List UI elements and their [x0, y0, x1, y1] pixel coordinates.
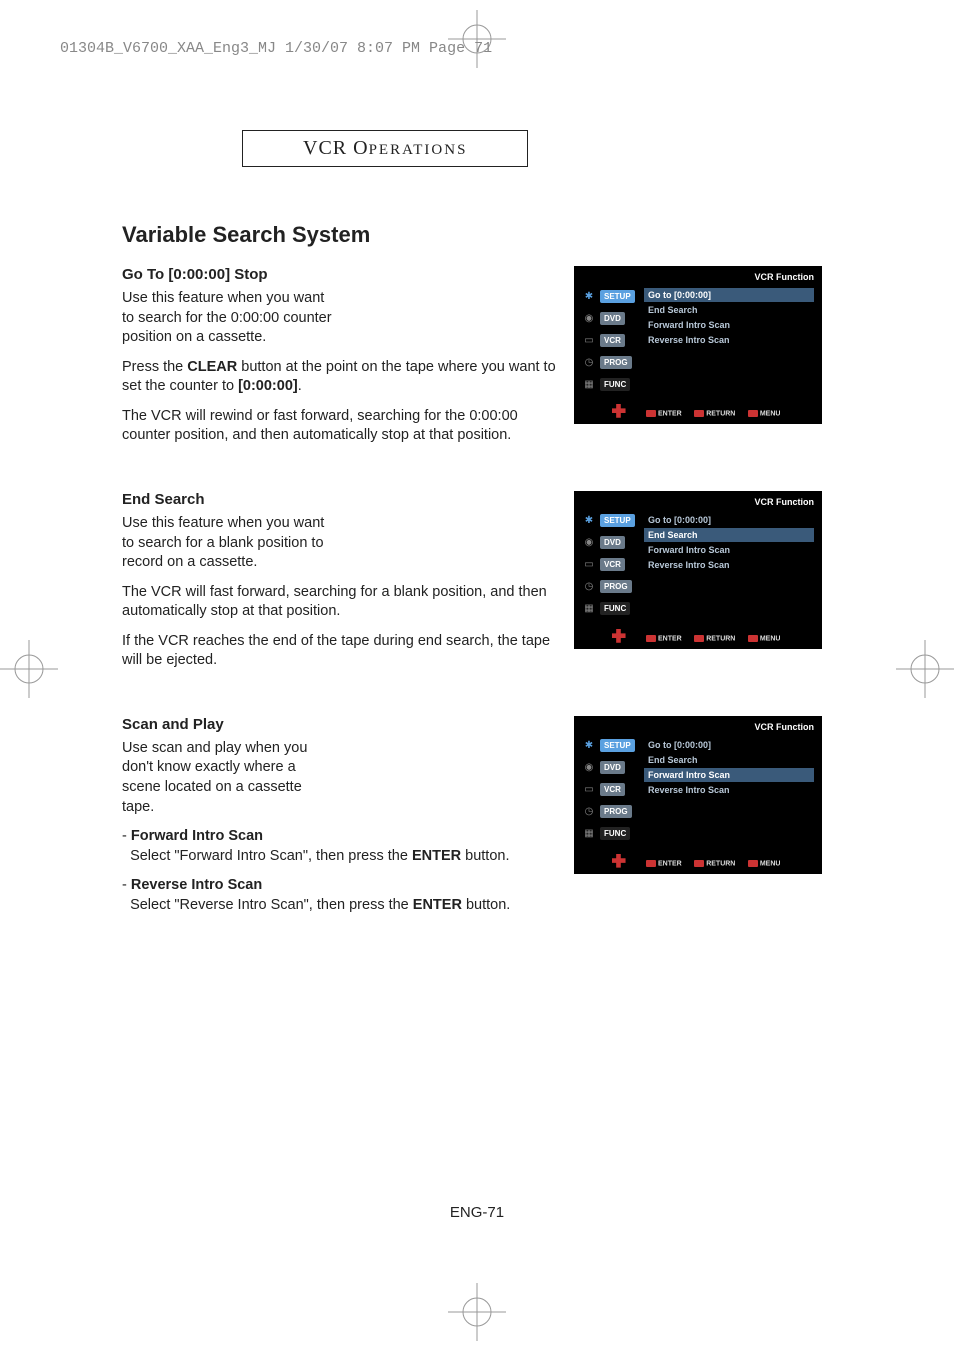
osd-sidebar-vcr: VCR: [600, 558, 625, 571]
grid-icon: ▦: [580, 826, 598, 842]
osd-sidebar-vcr: VCR: [600, 334, 625, 347]
osd-sidebar-setup: SETUP: [600, 514, 635, 527]
osd-footer: ENTER RETURN MENU: [574, 852, 822, 870]
osd-footer-menu: MENU: [760, 860, 781, 867]
osd-footer: ENTER RETURN MENU: [574, 627, 822, 645]
osd-window-title: VCR Function: [755, 497, 815, 507]
osd-menu-item-rev: Reverse Intro Scan: [644, 333, 814, 347]
page-title: Variable Search System: [122, 222, 822, 248]
osd-screenshot-end: VCR Function ✱SETUP ◉DVD ▭VCR ◷PROG ▦FUN…: [574, 491, 822, 649]
osd-footer: ENTER RETURN MENU: [574, 402, 822, 420]
section-goto: VCR Function ✱SETUP ◉DVD ▭VCR ◷PROG ▦FUN…: [122, 266, 822, 446]
chapter-title-box: VCR OPERATIONS: [242, 130, 528, 167]
cassette-icon: ▭: [580, 782, 598, 798]
osd-window-title: VCR Function: [755, 722, 815, 732]
chapter-title-part1: VCR O: [303, 137, 369, 159]
osd-sidebar-prog: PROG: [600, 356, 632, 369]
osd-sidebar-func: FUNC: [600, 602, 630, 615]
osd-menu: Go to [0:00:00] End Search Forward Intro…: [644, 513, 814, 573]
print-header-line: 01304B_V6700_XAA_Eng3_MJ 1/30/07 8:07 PM…: [60, 40, 492, 57]
osd-menu-item-end: End Search: [644, 753, 814, 767]
osd-screenshot-scan: VCR Function ✱SETUP ◉DVD ▭VCR ◷PROG ▦FUN…: [574, 716, 822, 874]
osd-footer-return: RETURN: [706, 635, 735, 642]
osd-footer-menu: MENU: [760, 410, 781, 417]
section-scan-play: VCR Function ✱SETUP ◉DVD ▭VCR ◷PROG ▦FUN…: [122, 716, 822, 916]
cassette-icon: ▭: [580, 557, 598, 573]
clock-icon: ◷: [580, 804, 598, 820]
clock-icon: ◷: [580, 579, 598, 595]
text-goto-p3: The VCR will rewind or fast forward, sea…: [122, 407, 582, 446]
page-number: ENG-71: [0, 1204, 954, 1221]
text-goto-p1: Use this feature when you want to search…: [122, 289, 332, 348]
osd-menu: Go to [0:00:00] End Search Forward Intro…: [644, 288, 814, 348]
osd-footer-return: RETURN: [706, 410, 735, 417]
osd-menu-item-fwd: Forward Intro Scan: [644, 318, 814, 332]
osd-window-title: VCR Function: [755, 272, 815, 282]
osd-footer-enter: ENTER: [658, 410, 682, 417]
osd-sidebar-dvd: DVD: [600, 312, 625, 325]
clock-icon: ◷: [580, 354, 598, 370]
gear-icon: ✱: [580, 738, 598, 754]
osd-menu: Go to [0:00:00] End Search Forward Intro…: [644, 738, 814, 798]
osd-sidebar-vcr: VCR: [600, 783, 625, 796]
section-end-search: VCR Function ✱SETUP ◉DVD ▭VCR ◷PROG ▦FUN…: [122, 491, 822, 671]
osd-menu-item-end: End Search: [644, 303, 814, 317]
osd-screenshot-goto: VCR Function ✱SETUP ◉DVD ▭VCR ◷PROG ▦FUN…: [574, 266, 822, 424]
osd-sidebar-func: FUNC: [600, 378, 630, 391]
chapter-title-part2: PERATIONS: [369, 142, 468, 158]
registration-mark-icon: [448, 10, 506, 68]
osd-menu-item-rev: Reverse Intro Scan: [644, 558, 814, 572]
dpad-icon: [612, 404, 626, 418]
text-scan-rev: - Reverse Intro Scan Select "Reverse Int…: [122, 876, 582, 915]
osd-menu-item-goto: Go to [0:00:00]: [644, 738, 814, 752]
dpad-icon: [612, 629, 626, 643]
osd-sidebar: ✱SETUP ◉DVD ▭VCR ◷PROG ▦FUNC: [580, 286, 640, 396]
disc-icon: ◉: [580, 760, 598, 776]
dpad-icon: [612, 854, 626, 868]
osd-footer-enter: ENTER: [658, 860, 682, 867]
text-end-p1: Use this feature when you want to search…: [122, 514, 332, 573]
osd-sidebar-setup: SETUP: [600, 739, 635, 752]
registration-mark-icon: [0, 640, 58, 698]
osd-menu-item-rev: Reverse Intro Scan: [644, 783, 814, 797]
osd-sidebar-dvd: DVD: [600, 761, 625, 774]
osd-menu-item-goto: Go to [0:00:00]: [644, 513, 814, 527]
osd-menu-item-fwd: Forward Intro Scan: [644, 543, 814, 557]
cassette-icon: ▭: [580, 332, 598, 348]
text-scan-p1: Use scan and play when you don't know ex…: [122, 739, 332, 817]
osd-footer-enter: ENTER: [658, 635, 682, 642]
osd-menu-item-fwd: Forward Intro Scan: [644, 768, 814, 782]
registration-mark-icon: [448, 1283, 506, 1341]
text-goto-p2: Press the CLEAR button at the point on t…: [122, 358, 582, 397]
grid-icon: ▦: [580, 376, 598, 392]
disc-icon: ◉: [580, 535, 598, 551]
osd-sidebar-prog: PROG: [600, 805, 632, 818]
text-end-p2: The VCR will fast forward, searching for…: [122, 583, 582, 622]
registration-mark-icon: [896, 640, 954, 698]
osd-sidebar-setup: SETUP: [600, 290, 635, 303]
osd-sidebar-dvd: DVD: [600, 536, 625, 549]
osd-sidebar-prog: PROG: [600, 580, 632, 593]
gear-icon: ✱: [580, 513, 598, 529]
text-scan-fwd: - Forward Intro Scan Select "Forward Int…: [122, 827, 582, 866]
osd-footer-menu: MENU: [760, 635, 781, 642]
grid-icon: ▦: [580, 601, 598, 617]
osd-menu-item-end: End Search: [644, 528, 814, 542]
text-end-p3: If the VCR reaches the end of the tape d…: [122, 632, 582, 671]
osd-sidebar-func: FUNC: [600, 827, 630, 840]
osd-sidebar: ✱SETUP ◉DVD ▭VCR ◷PROG ▦FUNC: [580, 736, 640, 846]
osd-footer-return: RETURN: [706, 860, 735, 867]
page-content: VCR OPERATIONS Variable Search System VC…: [122, 130, 822, 960]
disc-icon: ◉: [580, 310, 598, 326]
gear-icon: ✱: [580, 288, 598, 304]
osd-menu-item-goto: Go to [0:00:00]: [644, 288, 814, 302]
osd-sidebar: ✱SETUP ◉DVD ▭VCR ◷PROG ▦FUNC: [580, 511, 640, 621]
